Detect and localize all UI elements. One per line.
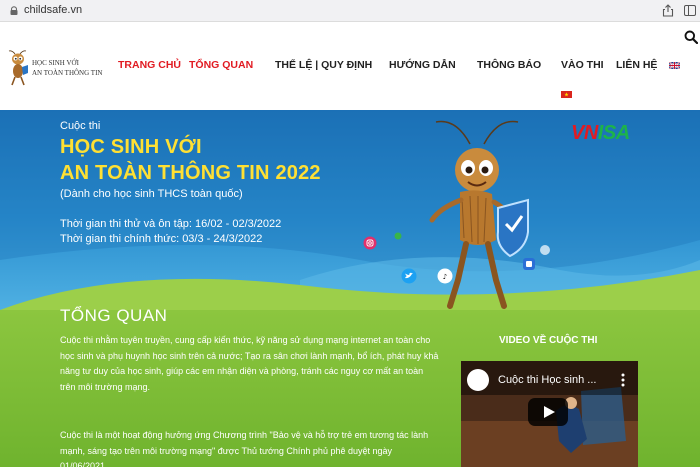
vnisa-logo: VNISA [571,122,630,145]
mascot-logo-icon [8,50,28,86]
dot-icon [394,232,402,240]
uk-flag-icon[interactable] [669,62,680,69]
hero-subtitle: (Dành cho học sinh THCS toàn quốc) [60,188,243,200]
trial-exam-dates: Thời gian thi thử và ôn tập: 16/02 - 02/… [60,218,282,230]
nav-guide[interactable]: HƯỚNG DẪN [389,59,456,71]
play-button[interactable] [528,398,568,426]
vietnam-flag-icon[interactable] [561,91,572,98]
nav-home[interactable]: TRANG CHỦ [118,59,181,71]
nav-contact[interactable]: LIÊN HỆ [616,59,657,71]
logo-text-line2: AN TOÀN THÔNG TIN [32,69,103,77]
twitter-icon [401,268,417,284]
nav-overview[interactable]: TỔNG QUAN [189,59,253,71]
hero-label: Cuộc thi [60,120,101,132]
nav-rules[interactable]: THỂ LỆ | QUY ĐỊNH [275,59,372,71]
official-exam-dates: Thời gian thi chính thức: 03/3 - 24/3/20… [60,233,263,245]
site-logo[interactable]: HỌC SINH VỚI AN TOÀN THÔNG TIN [4,50,124,90]
lock-icon [10,6,18,15]
instagram-icon [363,236,377,250]
video-section-title: VIDEO VỀ CUỘC THI [499,335,598,346]
cricket-mascot-illustration [429,120,529,309]
site-header: HỌC SINH VỚI AN TOÀN THÔNG TIN TRANG CHỦ… [0,22,700,110]
hero-title-line1: HỌC SINH VỚI [60,136,202,158]
overview-title: TỔNG QUAN [60,306,168,325]
overview-paragraph-2: Cuộc thi là một hoạt động hưởng ứng Chươ… [60,430,429,467]
overview-paragraph-1: Cuộc thi nhằm tuyên truyền, cung cấp kiế… [60,335,439,392]
search-icon[interactable] [684,30,698,44]
vnisa-logo-isa: ISA [597,122,630,144]
nav-announcements[interactable]: THÔNG BÁO [477,59,541,71]
hero-banner: Cuộc thi HỌC SINH VỚI AN TOÀN THÔNG TIN … [0,110,700,310]
nav-enter-exam[interactable]: VÀO THI [561,59,604,71]
sidebar-toggle-icon[interactable] [684,5,696,16]
video-caption[interactable]: Cuộc thi Học sinh ... [498,374,596,386]
vnisa-logo-vn: VN [571,122,598,144]
browser-address-bar: childsafe.vn [0,0,700,22]
share-icon[interactable] [662,4,674,17]
channel-avatar[interactable] [467,369,489,391]
logo-text-line1: HỌC SINH VỚI [32,59,79,67]
url-text[interactable]: childsafe.vn [24,4,82,16]
more-options-icon[interactable] [621,373,625,387]
hero-title-line2: AN TOÀN THÔNG TIN 2022 [60,162,321,184]
dot-icon-2 [540,245,550,255]
